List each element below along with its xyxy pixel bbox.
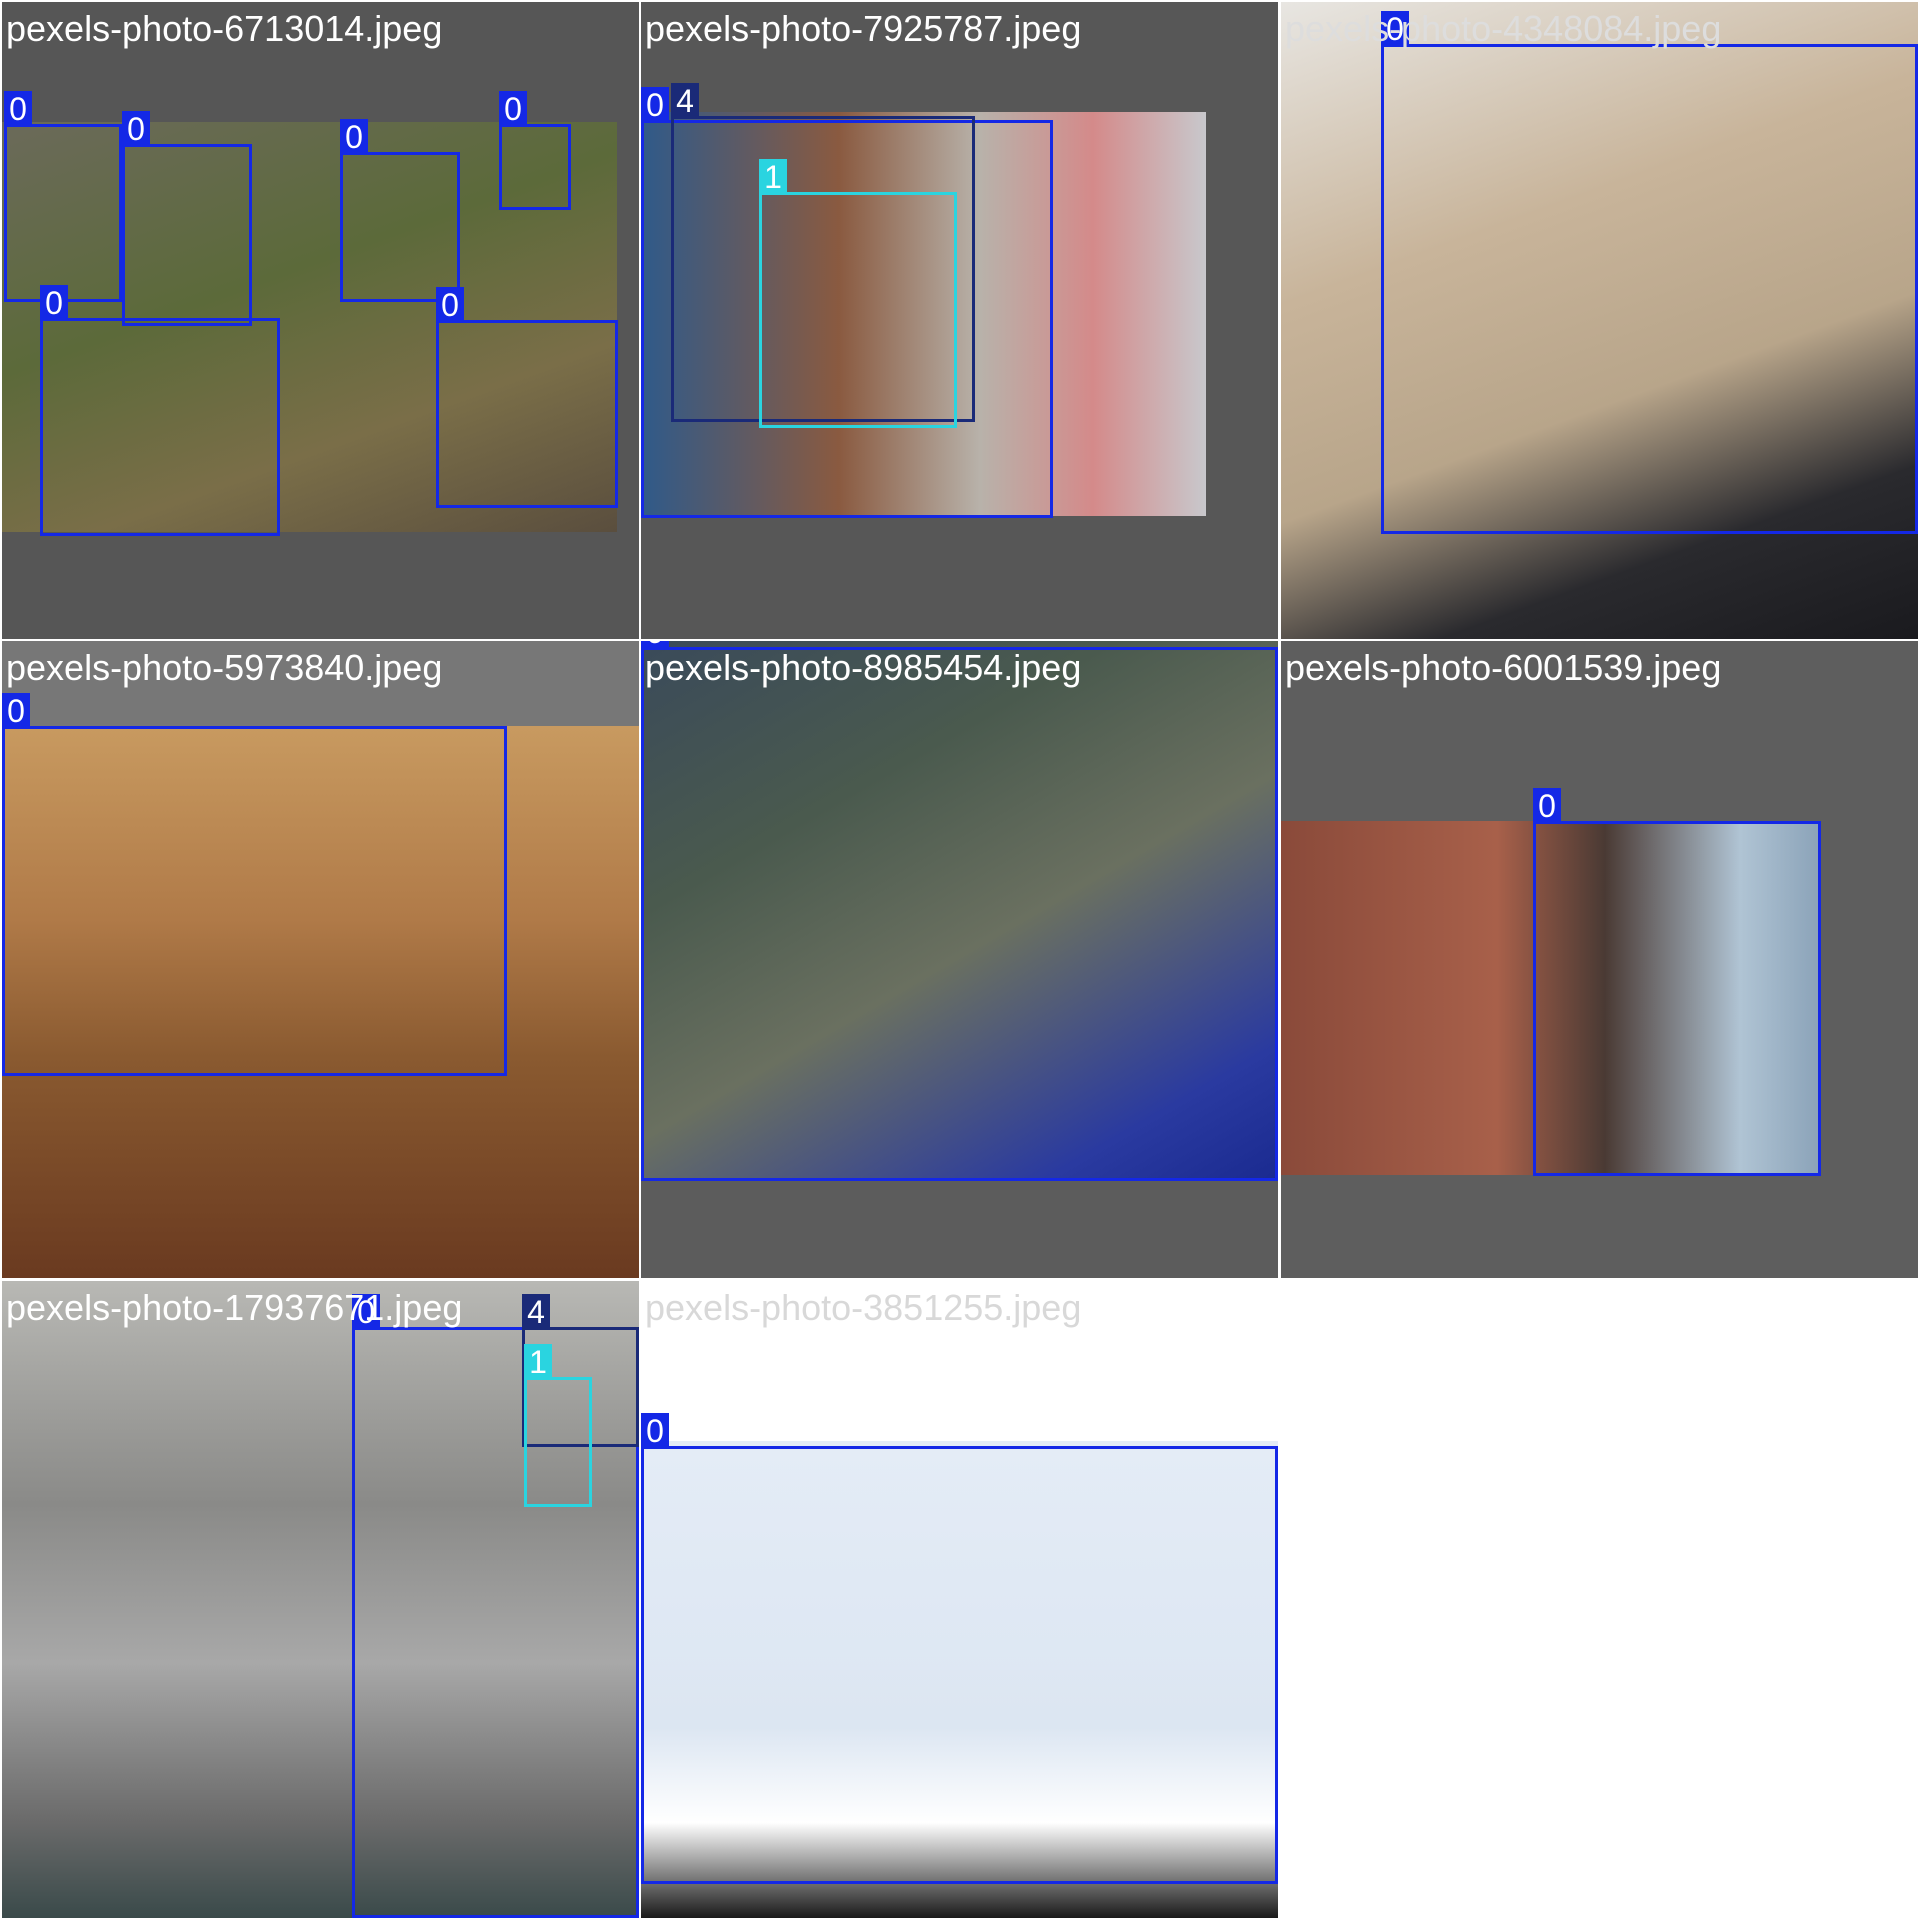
detection-box: 0	[122, 111, 252, 326]
filename-label: pexels-photo-8985454.jpeg	[645, 647, 1082, 688]
mosaic-tile-1: pexels-photo-6713014.jpeg 0 0 0 0 0 0	[2, 2, 639, 639]
filename-label: pexels-photo-3851255.jpeg	[645, 1287, 1082, 1328]
detection-box: 1	[524, 1344, 592, 1507]
class-label: 1	[524, 1344, 552, 1380]
class-label: 0	[2, 693, 30, 729]
class-label: 1	[759, 159, 787, 195]
mosaic-tile-7: pexels-photo-17937671.jpeg 0 4 1	[2, 1281, 639, 1918]
detection-box: 1	[759, 159, 957, 428]
class-label: 0	[641, 87, 669, 123]
filename-label: pexels-photo-5973840.jpeg	[6, 647, 443, 688]
detection-box: 0	[499, 91, 571, 210]
mosaic-tile-2: pexels-photo-7925787.jpeg 0 4 1	[641, 2, 1278, 639]
mosaic-tile-6: pexels-photo-6001539.jpeg 0	[1281, 641, 1918, 1278]
detection-box: 0	[40, 285, 280, 536]
class-label: 4	[522, 1294, 550, 1330]
detection-box: 0	[436, 287, 618, 508]
detection-box: 0	[641, 1413, 1278, 1884]
class-label: 0	[499, 91, 527, 127]
detection-box: 0	[340, 119, 460, 302]
detection-box: 0	[1381, 11, 1918, 534]
mosaic-tile-5: pexels-photo-8985454.jpeg 0	[641, 641, 1278, 1278]
class-label: 0	[122, 111, 150, 147]
class-label: 0	[436, 287, 464, 323]
detection-box: 0	[4, 91, 122, 302]
detection-box: 0	[2, 693, 507, 1076]
filename-label: pexels-photo-7925787.jpeg	[645, 8, 1082, 49]
detection-box: 0	[641, 641, 1278, 1181]
filename-label: pexels-photo-6001539.jpeg	[1285, 647, 1722, 688]
class-label: 0	[40, 285, 68, 321]
class-label: 0	[641, 1413, 669, 1449]
class-label: 0	[340, 119, 368, 155]
mosaic-tile-8: pexels-photo-3851255.jpeg 0	[641, 1281, 1278, 1918]
filename-label: pexels-photo-6713014.jpeg	[6, 8, 443, 49]
detection-box: 0	[1533, 788, 1821, 1176]
mosaic-tile-4: pexels-photo-5973840.jpeg 0	[2, 641, 639, 1278]
class-label: 0	[1533, 788, 1561, 824]
mosaic-tile-3: pexels-photo-4348084.jpeg 0	[1281, 2, 1918, 639]
class-label: 0	[4, 91, 32, 127]
filename-label: pexels-photo-17937671.jpeg	[6, 1287, 463, 1328]
class-label: 4	[671, 83, 699, 119]
filename-label: pexels-photo-4348084.jpeg	[1285, 8, 1722, 49]
